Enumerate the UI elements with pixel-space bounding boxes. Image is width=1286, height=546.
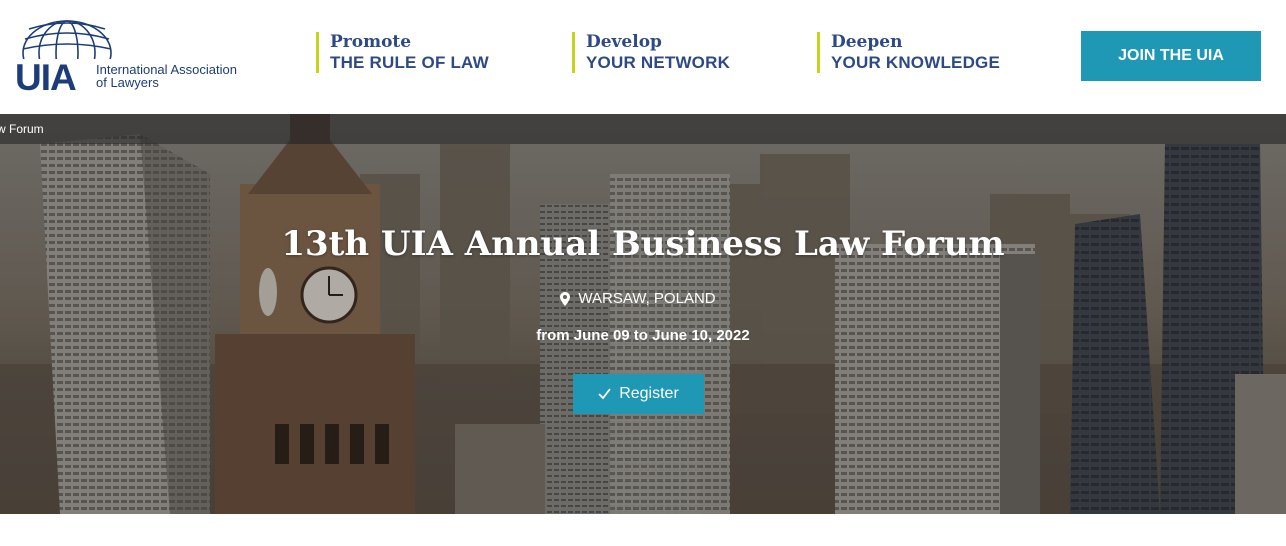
map-pin-icon [560, 291, 571, 306]
pillar-object: THE RULE OF LAW [330, 53, 489, 72]
pillar-object: YOUR NETWORK [586, 53, 731, 72]
event-location: WARSAW, POLAND [0, 290, 1286, 307]
register-button[interactable]: Register [573, 374, 704, 414]
page-content-start [0, 514, 1286, 546]
event-dates: from June 09 to June 10, 2022 [536, 327, 750, 344]
pillar-verb: Develop [586, 32, 662, 52]
pillar-verb: Deepen [831, 32, 903, 52]
hero-overlay [0, 114, 1286, 514]
logo-acronym: UIA [15, 57, 77, 98]
logo-name: International Association of Lawyers [96, 63, 237, 89]
logo-name-line2: of Lawyers [96, 75, 159, 90]
site-header: UIA International Association of Lawyers… [0, 0, 1286, 114]
breadcrumb-current[interactable]: w Forum [0, 122, 44, 136]
pillar-deepen[interactable]: Deepen YOUR KNOWLEDGE [817, 32, 1000, 73]
register-label: Register [619, 385, 679, 402]
pillar-develop[interactable]: Develop YOUR NETWORK [572, 32, 730, 73]
join-uia-button[interactable]: JOIN THE UIA [1081, 31, 1261, 81]
uia-logo[interactable]: UIA International Association of Lawyers [15, 15, 260, 98]
pillar-object: YOUR KNOWLEDGE [831, 53, 1001, 72]
pillar-promote[interactable]: Promote THE RULE OF LAW [316, 32, 489, 73]
checkmark-icon [598, 388, 611, 400]
pillar-verb: Promote [330, 32, 412, 52]
event-location-text: WARSAW, POLAND [578, 290, 716, 307]
event-title: 13th UIA Annual Business Law Forum [281, 224, 1005, 264]
breadcrumb: w Forum [0, 114, 1286, 144]
event-hero: w Forum 13th UIA Annual Business Law For… [0, 114, 1286, 514]
